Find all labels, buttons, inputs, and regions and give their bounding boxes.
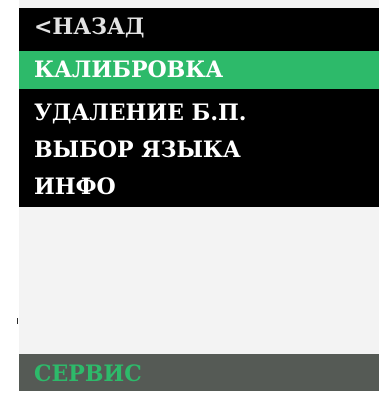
menu-item-back[interactable]: <НАЗАД xyxy=(19,8,379,46)
menu-item-info[interactable]: ИНФО xyxy=(19,168,379,206)
menu-item-language-select[interactable]: ВЫБОР ЯЗЫКА xyxy=(19,131,379,169)
device-screen: <НАЗАД КАЛИБРОВКА УДАЛЕНИЕ Б.П. ВЫБОР ЯЗ… xyxy=(19,0,379,391)
screen-edge-mark xyxy=(17,318,18,324)
menu-item-delete-bp[interactable]: УДАЛЕНИЕ Б.П. xyxy=(19,94,379,132)
footer-title: СЕРВИС xyxy=(34,361,142,387)
menu-item-calibration[interactable]: КАЛИБРОВКА xyxy=(19,51,379,89)
service-menu: <НАЗАД КАЛИБРОВКА УДАЛЕНИЕ Б.П. ВЫБОР ЯЗ… xyxy=(19,8,379,207)
footer-bar: СЕРВИС xyxy=(19,354,379,391)
